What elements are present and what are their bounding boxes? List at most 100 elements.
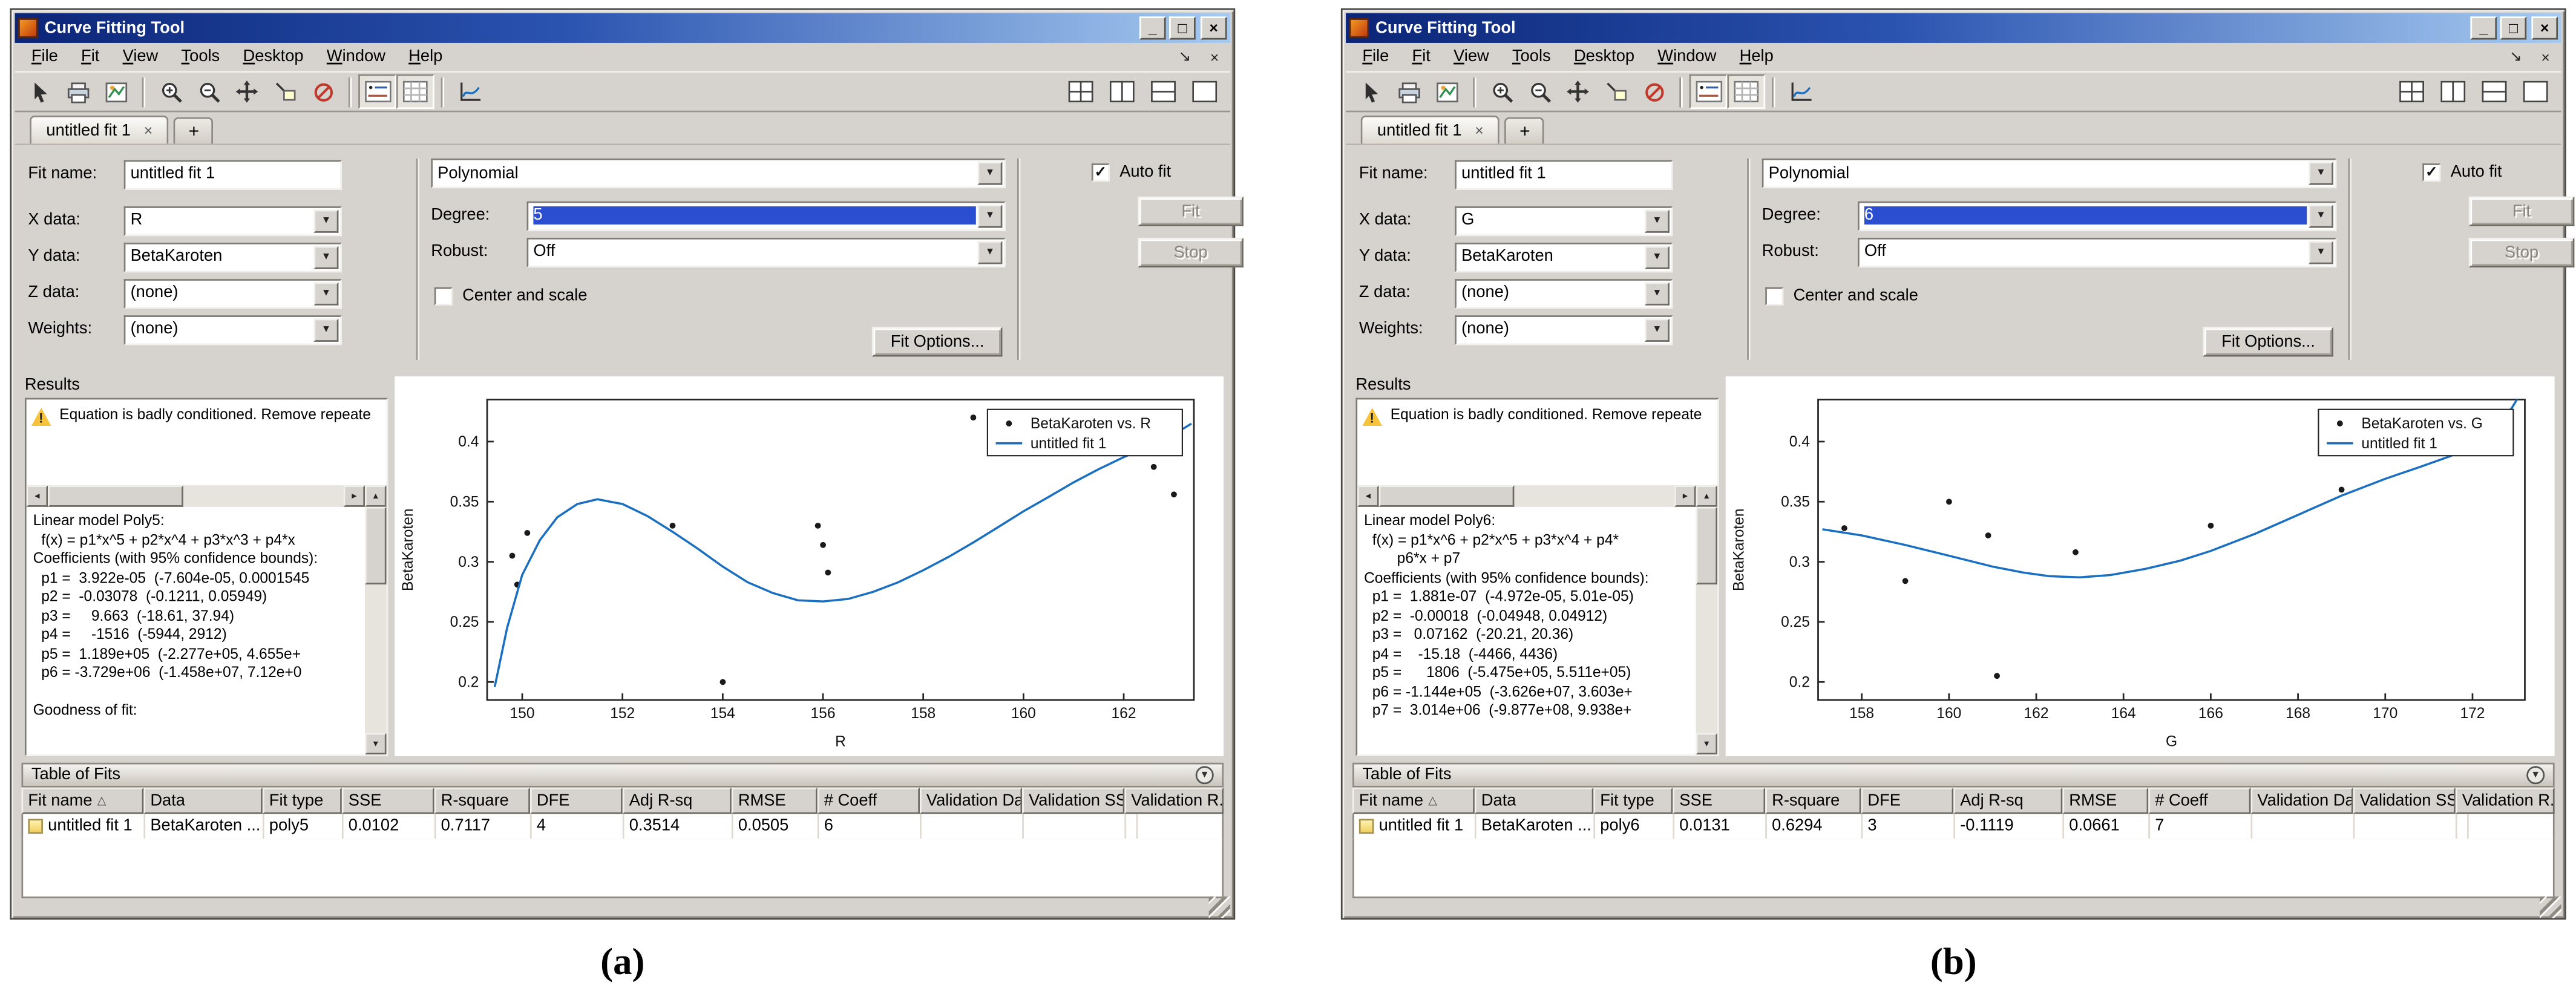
- menu-window[interactable]: Window: [315, 46, 397, 67]
- horizontal-scrollbar-thumb[interactable]: [1378, 485, 1515, 507]
- x-data-dropdown[interactable]: R ▼: [123, 205, 342, 235]
- chevron-down-icon[interactable]: ▼: [977, 204, 1003, 227]
- column-validation-data[interactable]: Validation Data: [2250, 787, 2353, 814]
- minimize-button[interactable]: _: [2470, 16, 2497, 40]
- chevron-down-icon[interactable]: ▼: [1644, 209, 1670, 232]
- fit-tab[interactable]: untitled fit 1 ×: [30, 116, 169, 144]
- layout-four-panes-button[interactable]: [2393, 74, 2431, 109]
- column-sse[interactable]: SSE: [341, 787, 434, 814]
- dock-arrow-icon[interactable]: ↘: [1174, 48, 1195, 66]
- results-vertical-scrollbar[interactable]: ▼: [365, 506, 387, 755]
- column-sse[interactable]: SSE: [1673, 787, 1766, 814]
- scroll-right-icon[interactable]: ►: [1674, 485, 1696, 507]
- collapse-panel-icon[interactable]: ▾: [1195, 766, 1214, 785]
- menu-desktop[interactable]: Desktop: [1562, 46, 1646, 67]
- column-validation-r[interactable]: Validation R...: [1124, 787, 1224, 814]
- menu-help[interactable]: Help: [397, 46, 454, 67]
- close-button[interactable]: ×: [2531, 16, 2558, 40]
- column-dfe[interactable]: DFE: [1861, 787, 1954, 814]
- fit-tab[interactable]: untitled fit 1 ×: [1360, 116, 1500, 144]
- column-data[interactable]: Data: [1474, 787, 1594, 814]
- fit-button[interactable]: Fit: [2468, 196, 2575, 226]
- layout-rows-button[interactable]: [1144, 74, 1182, 109]
- table-row[interactable]: untitled fit 1 BetaKaroten ... poly5 0.0…: [21, 814, 1224, 839]
- axes-limits-button[interactable]: [1781, 74, 1820, 109]
- results-horizontal-scrollbar[interactable]: ◄ ► ▲: [1357, 485, 1718, 507]
- column-validation-r[interactable]: Validation R...: [2455, 787, 2555, 814]
- scroll-right-icon[interactable]: ►: [343, 485, 365, 507]
- vertical-scrollbar-thumb[interactable]: [1696, 506, 1718, 584]
- scroll-left-icon[interactable]: ◄: [1357, 485, 1379, 507]
- menu-view[interactable]: View: [1442, 46, 1501, 67]
- weights-dropdown[interactable]: (none) ▼: [123, 314, 342, 344]
- chevron-down-icon[interactable]: ▼: [2309, 240, 2333, 264]
- horizontal-scrollbar-track[interactable]: [48, 485, 344, 507]
- auto-fit-checkbox[interactable]: ✓: [1091, 162, 1110, 181]
- layout-columns-button[interactable]: [1103, 74, 1141, 109]
- column-fit-type[interactable]: Fit type: [1593, 787, 1673, 814]
- degree-dropdown[interactable]: 6 ▼: [1858, 200, 2337, 231]
- title-bar[interactable]: Curve Fitting Tool _ □ ×: [1346, 13, 2561, 43]
- grid-toggle-button[interactable]: [396, 74, 434, 110]
- column-fit-name[interactable]: Fit name △: [21, 787, 144, 814]
- column-adj-r-sq[interactable]: Adj R-sq: [1953, 787, 2063, 814]
- pan-button[interactable]: [1559, 74, 1597, 109]
- fit-options-button[interactable]: Fit Options...: [872, 327, 1003, 357]
- menu-help[interactable]: Help: [1728, 46, 1785, 67]
- column-num-coeff[interactable]: # Coeff: [2148, 787, 2251, 814]
- legend-toggle-button[interactable]: [1689, 74, 1728, 110]
- tab-close-icon[interactable]: ×: [1475, 122, 1483, 139]
- column-rmse[interactable]: RMSE: [731, 787, 818, 814]
- menu-tools[interactable]: Tools: [169, 46, 231, 67]
- pan-button[interactable]: [228, 74, 266, 109]
- maximize-button[interactable]: □: [2500, 16, 2527, 40]
- robust-dropdown[interactable]: Off ▼: [526, 237, 1006, 267]
- menu-fit[interactable]: Fit: [70, 46, 111, 67]
- new-fit-tab-button[interactable]: +: [174, 117, 214, 144]
- chevron-down-icon[interactable]: ▼: [313, 318, 339, 341]
- minimize-button[interactable]: _: [1139, 16, 1166, 40]
- table-of-fits-header[interactable]: Table of Fits ▾: [21, 762, 1224, 788]
- chevron-down-icon[interactable]: ▼: [1644, 245, 1670, 269]
- column-data[interactable]: Data: [143, 787, 263, 814]
- fit-type-dropdown[interactable]: Polynomial ▼: [431, 158, 1006, 189]
- auto-fit-checkbox[interactable]: ✓: [2422, 162, 2441, 181]
- vertical-scrollbar-track[interactable]: [1696, 506, 1718, 733]
- menu-tools[interactable]: Tools: [1501, 46, 1562, 67]
- menu-file[interactable]: File: [20, 46, 70, 67]
- vertical-scrollbar-thumb[interactable]: [365, 506, 387, 584]
- fit-plot[interactable]: 150 152 154 156 158 160 162 0.2 0.25 0.3 0.35 0.4 R B…: [395, 376, 1224, 756]
- layout-four-panes-button[interactable]: [1062, 74, 1100, 109]
- menu-desktop[interactable]: Desktop: [231, 46, 315, 67]
- exclude-outliers-button[interactable]: [1635, 74, 1673, 109]
- table-row[interactable]: untitled fit 1 BetaKaroten ... poly6 0.0…: [1352, 814, 2555, 839]
- column-validation-sse[interactable]: Validation SSE: [1022, 787, 1125, 814]
- plot-figure-button[interactable]: [1428, 74, 1466, 109]
- zoom-out-button[interactable]: [1521, 74, 1559, 109]
- stop-button[interactable]: Stop: [2468, 237, 2575, 268]
- column-dfe[interactable]: DFE: [529, 787, 623, 814]
- axes-limits-button[interactable]: [451, 74, 489, 109]
- collapse-panel-icon[interactable]: ▾: [2526, 766, 2545, 785]
- column-num-coeff[interactable]: # Coeff: [817, 787, 920, 814]
- fit-plot[interactable]: 158 160 162 164 166 168 170 172 0.2 0.25 0.3 0.35 0.…: [1725, 376, 2555, 756]
- column-rmse[interactable]: RMSE: [2062, 787, 2149, 814]
- menu-view[interactable]: View: [111, 46, 169, 67]
- y-data-dropdown[interactable]: BetaKaroten ▼: [123, 241, 342, 272]
- data-cursor-button[interactable]: [1597, 74, 1635, 109]
- column-r-square[interactable]: R-square: [434, 787, 530, 814]
- fit-type-dropdown[interactable]: Polynomial ▼: [1762, 158, 2337, 189]
- degree-dropdown[interactable]: 5 ▼: [526, 200, 1006, 231]
- fit-name-input[interactable]: [123, 159, 342, 189]
- z-data-dropdown[interactable]: (none) ▼: [123, 278, 342, 308]
- chevron-down-icon[interactable]: ▼: [2309, 162, 2333, 185]
- column-r-square[interactable]: R-square: [1765, 787, 1861, 814]
- layout-columns-button[interactable]: [2434, 74, 2472, 109]
- column-fit-type[interactable]: Fit type: [262, 787, 342, 814]
- menu-fit[interactable]: Fit: [1400, 46, 1442, 67]
- fit-button[interactable]: Fit: [1138, 196, 1244, 226]
- chevron-down-icon[interactable]: ▼: [977, 162, 1003, 185]
- zoom-in-button[interactable]: [1483, 74, 1521, 109]
- results-horizontal-scrollbar[interactable]: ◄ ► ▲: [26, 485, 387, 507]
- maximize-button[interactable]: □: [1169, 16, 1196, 40]
